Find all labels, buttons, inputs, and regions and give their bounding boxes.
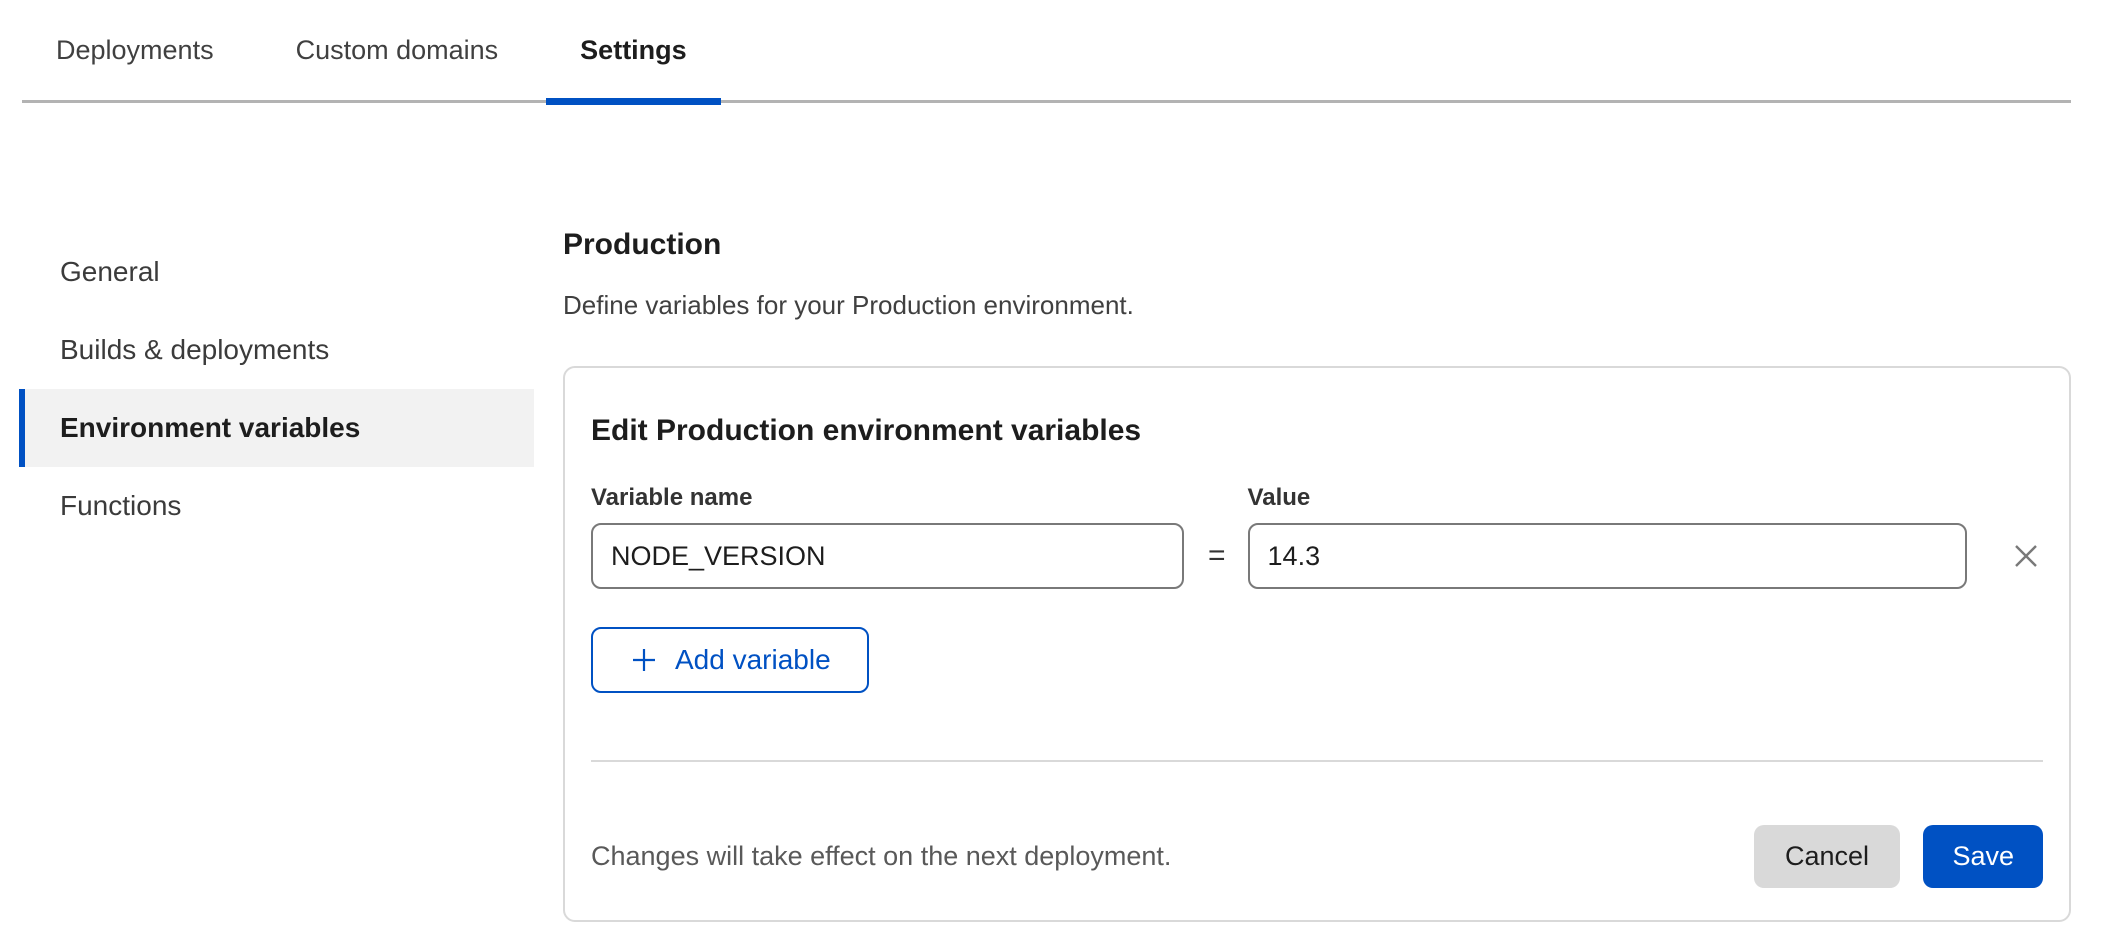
settings-content: Production Define variables for your Pro…: [563, 228, 2071, 922]
footer-actions: Cancel Save: [1754, 825, 2043, 888]
deployment-note: Changes will take effect on the next dep…: [591, 841, 1171, 872]
variable-name-label: Variable name: [591, 484, 1184, 512]
variable-value-label: Value: [1248, 484, 1967, 512]
variable-value-input[interactable]: [1248, 523, 1967, 589]
card-title: Edit Production environment variables: [591, 414, 2043, 448]
card-footer: Changes will take effect on the next dep…: [591, 825, 2043, 888]
cancel-button[interactable]: Cancel: [1754, 825, 1900, 888]
page-title: Production: [563, 228, 2071, 262]
remove-variable-button[interactable]: [2011, 523, 2041, 589]
sidebar-item-general[interactable]: General: [19, 233, 534, 311]
variable-row: Variable name = Value: [591, 484, 2043, 589]
add-variable-button[interactable]: Add variable: [591, 627, 869, 693]
variable-name-input[interactable]: [591, 523, 1184, 589]
tab-settings[interactable]: Settings: [546, 0, 721, 100]
save-button[interactable]: Save: [1923, 825, 2043, 888]
variable-value-field-group: Value: [1248, 484, 1967, 589]
add-variable-label: Add variable: [675, 644, 831, 676]
settings-sidebar: General Builds & deployments Environment…: [0, 233, 540, 545]
equals-sign: =: [1208, 523, 1226, 589]
sidebar-item-builds-deployments[interactable]: Builds & deployments: [19, 311, 534, 389]
plus-icon: [629, 645, 659, 675]
tab-custom-domains[interactable]: Custom domains: [262, 0, 533, 100]
environment-variables-card: Edit Production environment variables Va…: [563, 366, 2071, 922]
sidebar-item-environment-variables[interactable]: Environment variables: [19, 389, 534, 467]
sidebar-item-functions[interactable]: Functions: [19, 467, 534, 545]
section-description: Define variables for your Production env…: [563, 290, 2071, 320]
project-tabbar: Deployments Custom domains Settings: [22, 0, 2071, 103]
variable-name-field-group: Variable name: [591, 484, 1184, 589]
card-divider: [591, 760, 2043, 762]
tab-deployments[interactable]: Deployments: [22, 0, 248, 100]
close-icon: [2011, 541, 2041, 571]
